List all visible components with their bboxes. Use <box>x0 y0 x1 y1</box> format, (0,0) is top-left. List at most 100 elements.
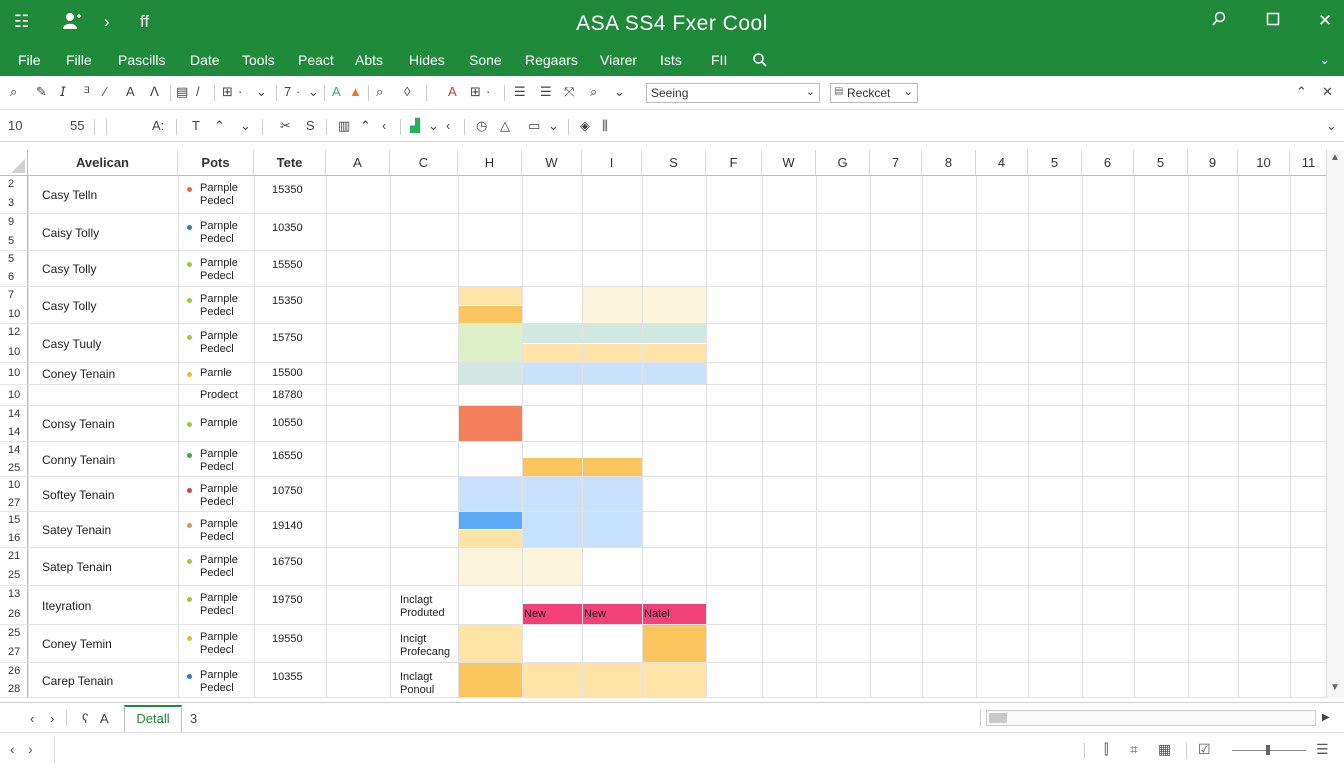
cell-tete[interactable]: 19140 <box>272 520 303 533</box>
chevron-left-icon[interactable]: ‹ <box>10 741 15 757</box>
cell-name[interactable]: Consy Tenain <box>42 417 115 431</box>
clear-format-icon[interactable]: ⌕ <box>376 84 383 100</box>
cell-pots[interactable]: Parnple Pedecl <box>200 483 238 509</box>
cell-tete[interactable]: 16750 <box>272 556 303 569</box>
chart-icon[interactable]: ▟ <box>410 118 420 134</box>
select-all-corner[interactable] <box>0 150 28 176</box>
highlight-icon[interactable]: ▲ <box>349 84 362 99</box>
cell-pots[interactable]: Parnle <box>200 367 232 380</box>
borders-icon[interactable]: ⊞ <box>222 84 233 100</box>
page-layout-icon[interactable]: ▦ <box>1158 741 1171 758</box>
row-header[interactable]: 10 <box>0 385 28 406</box>
zoom-thumb[interactable] <box>1266 745 1270 755</box>
text-color-icon[interactable]: A <box>448 84 457 99</box>
column-header[interactable]: G <box>816 150 870 176</box>
dropdown-icon[interactable]: · <box>238 84 242 99</box>
cell-tete[interactable]: 15750 <box>272 332 303 345</box>
cell-name[interactable]: Coney Temin <box>42 637 112 651</box>
cell-tete[interactable]: 10350 <box>272 222 303 235</box>
column-header[interactable]: Pots <box>178 150 254 176</box>
row-header[interactable]: 26 28 <box>0 663 28 698</box>
warning-icon[interactable]: △ <box>500 118 510 134</box>
cell-name[interactable]: Coney Tenain <box>42 367 115 381</box>
edit-icon[interactable]: ☑ <box>1198 741 1211 758</box>
cell-pots[interactable]: Parnple Pedecl <box>200 448 238 474</box>
chevron-left-icon[interactable]: ‹ <box>446 118 450 133</box>
close-icon[interactable]: ✕ <box>1312 11 1338 31</box>
column-header[interactable]: F <box>706 150 762 176</box>
cell-tete[interactable]: 19750 <box>272 594 303 607</box>
search-icon[interactable]: ⌕ <box>10 84 17 100</box>
align-center-icon[interactable]: ☰ <box>540 84 552 100</box>
vertical-scrollbar[interactable]: ▲ ▼ <box>1326 150 1344 698</box>
cell-pots[interactable]: Parnple <box>200 417 238 430</box>
row-header[interactable]: 13 26 <box>0 586 28 625</box>
cell-pots[interactable]: Parnple Pedecl <box>200 554 238 580</box>
shield-icon[interactable]: ◈ <box>580 118 590 134</box>
row-header[interactable]: 10 <box>0 363 28 385</box>
fill-icon[interactable]: ◊ <box>404 84 410 99</box>
chevron-down-icon[interactable]: ⌄ <box>256 84 267 100</box>
collapse-ribbon-icon[interactable]: ⌄ <box>1319 52 1330 68</box>
column-header[interactable]: Avelican <box>28 150 178 176</box>
brush-icon[interactable]: ⁄ <box>104 84 106 99</box>
cell-tete[interactable]: 10750 <box>272 485 303 498</box>
comment-icon[interactable]: ▭ <box>528 118 540 134</box>
chevron-up-icon[interactable]: ▲ <box>1330 152 1340 163</box>
table-icon[interactable]: ▥ <box>338 118 350 134</box>
menu-item[interactable]: Abts <box>355 52 383 68</box>
format-painter-icon[interactable]: / <box>196 84 200 99</box>
cell-name[interactable]: Carep Tenain <box>42 674 113 688</box>
italic-icon[interactable]: 𝘐 <box>60 84 66 100</box>
row-header[interactable]: 25 27 <box>0 625 28 663</box>
cell-pots[interactable]: Parnple Pedecl <box>200 330 238 356</box>
cell-name[interactable]: Casy Tolly <box>42 262 96 276</box>
dropdown-icon[interactable]: ⌄ <box>428 118 439 134</box>
column-header[interactable]: 5 <box>1028 150 1082 176</box>
horizontal-scrollbar[interactable] <box>986 710 1316 726</box>
chevron-up-icon[interactable]: ⌃ <box>360 118 371 134</box>
style-combo[interactable]: Seeing ⌄ <box>646 83 820 103</box>
chevron-down-icon[interactable]: ⌄ <box>1326 118 1337 134</box>
cell-pots[interactable]: Parnple Pedecl <box>200 293 238 319</box>
cell-tete[interactable]: 15550 <box>272 259 303 272</box>
chevron-right-icon[interactable]: ▶ <box>1322 712 1330 723</box>
cell-name[interactable]: Casy Telln <box>42 188 97 202</box>
cell-tete[interactable]: 15350 <box>272 184 303 197</box>
scroll-thumb[interactable] <box>989 713 1007 723</box>
menu-item[interactable]: Date <box>190 52 220 68</box>
chevron-right-icon[interactable]: › <box>50 711 54 726</box>
font-combo[interactable]: ▤ Reckcet ⌄ <box>830 83 918 103</box>
cell-name[interactable]: Satey Tenain <box>42 523 111 537</box>
sheet-tab-active[interactable]: Detall <box>124 705 182 733</box>
column-header[interactable]: 11 <box>1290 150 1326 176</box>
column-header[interactable]: A <box>326 150 390 176</box>
menu-item[interactable]: Hides <box>409 52 445 68</box>
column-header[interactable]: H <box>458 150 522 176</box>
sheet-nav-label[interactable]: A <box>100 711 109 726</box>
settings-icon[interactable]: ☰ <box>1316 741 1329 758</box>
restore-icon[interactable] <box>1260 11 1286 31</box>
strike-icon[interactable]: ᴲ <box>84 84 89 99</box>
column-header[interactable]: 8 <box>922 150 976 176</box>
grid-view-icon[interactable]: ⫿ <box>1104 741 1108 758</box>
chevron-right-icon[interactable]: › <box>28 741 33 757</box>
column-header[interactable]: Tete <box>254 150 326 176</box>
font-size-value[interactable]: 55 <box>70 118 84 133</box>
column-header[interactable]: 10 <box>1238 150 1290 176</box>
cell-pots[interactable]: Parnple Pedecl <box>200 592 238 618</box>
cell-tete[interactable]: 19550 <box>272 633 303 646</box>
dropdown-icon[interactable]: · <box>296 84 300 99</box>
close-icon[interactable]: ✕ <box>1322 84 1333 100</box>
cell-name[interactable]: Softey Tenain <box>42 488 115 502</box>
chevron-down-icon[interactable]: ⌄ <box>308 84 319 100</box>
row-header[interactable]: 12 10 <box>0 324 28 363</box>
menu-item[interactable]: Pascills <box>118 52 165 68</box>
cell-pots[interactable]: Prodect <box>200 389 238 402</box>
column-header[interactable]: 9 <box>1188 150 1238 176</box>
cell-pots[interactable]: Parnple Pedecl <box>200 257 238 283</box>
chevron-down-icon[interactable]: ▼ <box>1330 682 1340 693</box>
clipboard-icon[interactable]: ▤ <box>176 84 188 100</box>
cell-name[interactable]: Casy Tolly <box>42 299 96 313</box>
cell-name[interactable]: Casy Tuuly <box>42 337 101 351</box>
